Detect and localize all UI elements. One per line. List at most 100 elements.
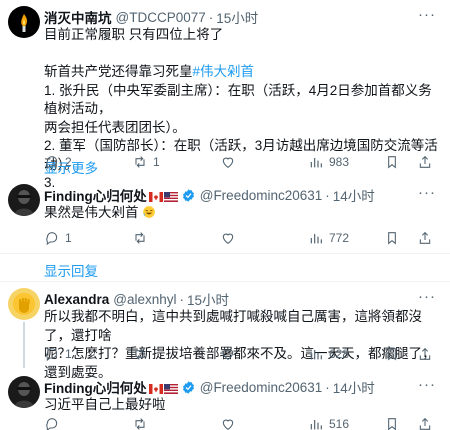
author-name[interactable]: Alexandra bbox=[44, 292, 109, 307]
author-handle[interactable]: @Freedominc20631 bbox=[200, 188, 323, 203]
retweet-button[interactable] bbox=[132, 416, 148, 430]
avatar[interactable] bbox=[8, 288, 40, 320]
avatar[interactable] bbox=[8, 184, 40, 216]
tweet-text: 果然是伟大剁首 bbox=[44, 204, 439, 223]
tweet-1-actions: 2 1 983 bbox=[0, 154, 450, 174]
show-replies-link[interactable]: 显示回复 bbox=[44, 260, 98, 280]
views-icon bbox=[310, 158, 322, 168]
share-icon bbox=[419, 347, 431, 360]
reply-button[interactable]: 1 bbox=[44, 346, 72, 362]
author-handle[interactable]: @TDCCP0077 bbox=[116, 10, 206, 25]
tweet-line: 习近平自己上最好啦 bbox=[44, 397, 166, 412]
more-icon[interactable]: ··· bbox=[418, 7, 436, 22]
like-button[interactable] bbox=[220, 416, 236, 430]
avatar[interactable] bbox=[8, 376, 40, 408]
views-count: 516 bbox=[329, 417, 350, 430]
like-icon bbox=[222, 157, 234, 168]
author-name[interactable]: 消灭中南坑 bbox=[44, 7, 112, 27]
tweet-4[interactable]: Finding心归何处 @Freedominc20631 · 14小时 ··· … bbox=[0, 372, 450, 430]
tweet-2[interactable]: Finding心归何处 @Freedominc20631 · 14小时 ··· … bbox=[0, 180, 450, 250]
verified-icon bbox=[182, 188, 194, 202]
tweet-line: 果然是伟大剁首 bbox=[44, 205, 139, 220]
share-button[interactable] bbox=[417, 230, 433, 246]
views-button[interactable]: 983 bbox=[308, 154, 349, 170]
views-count: 628 bbox=[329, 347, 350, 361]
usa-flag-icon bbox=[163, 190, 178, 202]
share-button[interactable] bbox=[417, 154, 433, 170]
reply-icon bbox=[46, 348, 58, 362]
like-icon bbox=[222, 349, 234, 360]
bookmark-button[interactable] bbox=[384, 154, 400, 170]
bookmark-button[interactable] bbox=[384, 416, 400, 430]
reply-icon bbox=[46, 156, 58, 170]
like-icon bbox=[222, 419, 234, 430]
divider bbox=[0, 281, 450, 282]
reply-count: 2 bbox=[65, 155, 72, 169]
bookmark-button[interactable] bbox=[384, 230, 400, 246]
share-button[interactable] bbox=[417, 416, 433, 430]
views-icon bbox=[310, 350, 322, 360]
author-name[interactable]: Finding心归何处 bbox=[44, 185, 147, 205]
verified-icon bbox=[182, 380, 194, 394]
canada-flag-icon bbox=[148, 382, 163, 394]
bookmark-icon bbox=[388, 232, 396, 245]
tweet-text: 习近平自己上最好啦 bbox=[44, 396, 439, 415]
tweet-3[interactable]: Alexandra @alexnhyl · 15小时 ··· 所以我都不明白，這… bbox=[0, 284, 450, 380]
avatar[interactable] bbox=[8, 6, 40, 38]
retweet-button[interactable]: 1 bbox=[132, 154, 160, 170]
more-icon[interactable]: ··· bbox=[418, 185, 436, 200]
author-handle[interactable]: @Freedominc20631 bbox=[200, 380, 323, 395]
more-icon[interactable]: ··· bbox=[418, 377, 436, 392]
views-button[interactable]: 516 bbox=[308, 416, 349, 430]
retweet-icon bbox=[135, 348, 145, 360]
author-name[interactable]: Finding心归何处 bbox=[44, 377, 147, 397]
tweet-line-text: 斩首共产党还得靠习死皇 bbox=[44, 64, 193, 79]
views-button[interactable]: 628 bbox=[308, 346, 349, 362]
retweet-count: 1 bbox=[153, 155, 160, 169]
usa-flag-icon bbox=[163, 382, 178, 394]
views-icon bbox=[310, 420, 322, 430]
divider bbox=[0, 253, 450, 254]
reply-button[interactable]: 2 bbox=[44, 154, 72, 170]
timestamp[interactable]: 15小时 bbox=[187, 289, 229, 309]
tweet-line: 目前正常履职 只有四位上将了 bbox=[44, 27, 224, 42]
reply-icon bbox=[46, 418, 58, 430]
reply-button[interactable] bbox=[44, 416, 60, 430]
thread-line bbox=[23, 322, 25, 368]
author-handle[interactable]: @alexnhyl bbox=[113, 292, 176, 307]
share-icon bbox=[419, 231, 431, 244]
like-button[interactable] bbox=[220, 230, 236, 246]
separator-dot: · bbox=[325, 379, 330, 395]
separator-dot: · bbox=[325, 187, 330, 203]
retweet-button[interactable] bbox=[132, 346, 148, 362]
like-icon bbox=[222, 233, 234, 244]
retweet-icon bbox=[135, 156, 145, 168]
reply-count: 1 bbox=[65, 231, 72, 245]
hashtag-link[interactable]: #伟大剁首 bbox=[193, 64, 255, 79]
flag-icons bbox=[148, 190, 178, 202]
separator-dot: · bbox=[179, 291, 185, 307]
like-button[interactable] bbox=[220, 346, 236, 362]
reply-icon bbox=[46, 232, 58, 246]
retweet-button[interactable] bbox=[132, 230, 148, 246]
reply-button[interactable]: 1 bbox=[44, 230, 72, 246]
bookmark-icon bbox=[388, 348, 396, 361]
bookmark-button[interactable] bbox=[384, 346, 400, 362]
views-count: 983 bbox=[329, 155, 350, 169]
timestamp[interactable]: 15小时 bbox=[216, 7, 258, 27]
canada-flag-icon bbox=[148, 190, 163, 202]
more-icon[interactable]: ··· bbox=[418, 289, 436, 304]
timestamp[interactable]: 14小时 bbox=[333, 377, 375, 397]
tweet-text: 所以我都不明白，這中共到處喊打喊殺喊自己厲害，這將領都沒了，還打啥 呢？怎麼打？… bbox=[44, 308, 439, 382]
share-button[interactable] bbox=[417, 346, 433, 362]
rofl-emoji-icon bbox=[143, 206, 156, 218]
bookmark-icon bbox=[388, 156, 396, 169]
bookmark-icon bbox=[388, 418, 396, 430]
flag-icons bbox=[148, 382, 178, 394]
tweet-1[interactable]: 消灭中南坑 @TDCCP0077 · 15小时 ··· 目前正常履职 只有四位上… bbox=[0, 0, 450, 190]
like-button[interactable] bbox=[220, 154, 241, 170]
views-button[interactable]: 772 bbox=[308, 230, 349, 246]
timestamp[interactable]: 14小时 bbox=[333, 185, 375, 205]
tweet-line: 斩首共产党还得靠习死皇#伟大剁首 bbox=[44, 63, 439, 82]
tweet-line: 两会担任代表团团长）。 bbox=[44, 119, 186, 135]
